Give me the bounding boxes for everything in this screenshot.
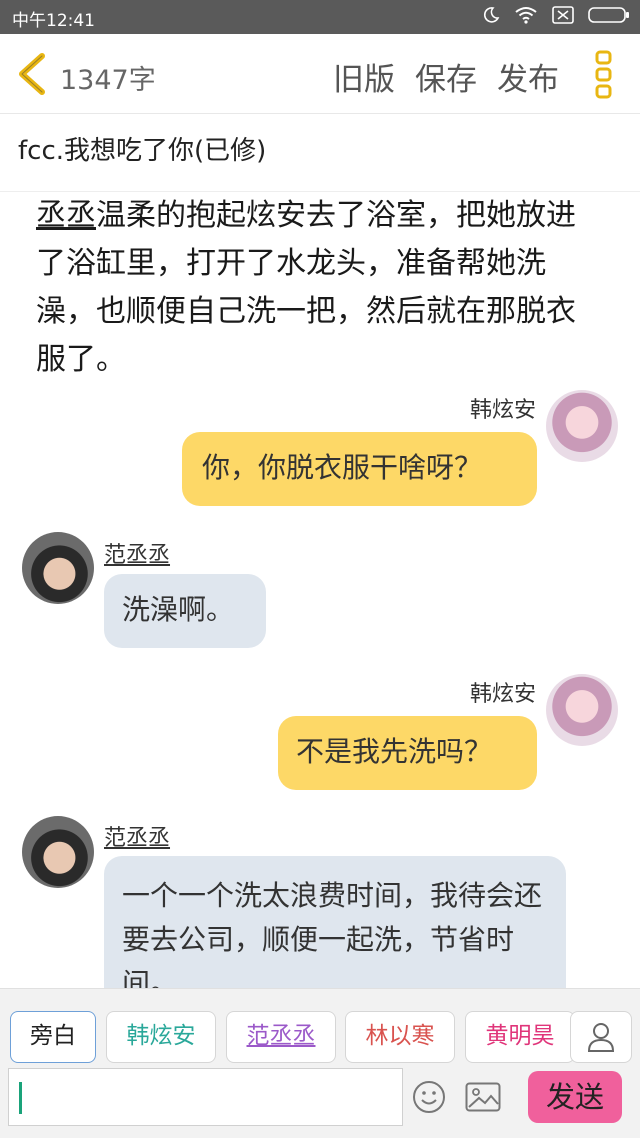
narration-highlight: 丞丞 (36, 198, 96, 233)
avatar-hanxuanan[interactable] (546, 390, 618, 462)
more-icon (592, 50, 616, 104)
message-bubble: 一个一个洗太浪费时间，我待会还要去公司，顺便一起洗，节省时间。 (104, 856, 566, 988)
avatar-fanchengcheng[interactable] (22, 816, 94, 888)
message-bubble: 不是我先洗吗？ (278, 716, 537, 790)
role-tab-narrator[interactable]: 旁白 (10, 1011, 96, 1063)
speaker-name: 韩炫安 (469, 682, 536, 707)
old-version-button[interactable]: 旧版 (333, 54, 395, 99)
conversation-area[interactable]: 丞丞温柔的抱起炫安去了浴室，把她放进了浴缸里，打开了水龙头，准备帮她洗澡，也顺便… (0, 192, 640, 988)
message-input[interactable] (8, 1068, 403, 1126)
send-button[interactable]: 发送 (528, 1071, 622, 1123)
role-label: 旁白 (30, 1023, 76, 1049)
role-label: 林以寒 (365, 1023, 435, 1049)
role-tab-linyihan[interactable]: 林以寒 (345, 1011, 455, 1063)
more-button[interactable] (592, 50, 616, 100)
sim-icon (552, 6, 574, 28)
speaker-name: 范丞丞 (104, 826, 171, 851)
publish-button[interactable]: 发布 (497, 54, 559, 99)
status-icons (482, 6, 630, 28)
emoji-icon (412, 1081, 446, 1118)
speaker-name: 韩炫安 (469, 398, 536, 423)
avatar-hanxuanan[interactable] (546, 674, 618, 746)
editor-toolbar: 1347字 旧版 保存 发布 (0, 34, 640, 114)
image-icon (465, 1082, 501, 1116)
role-label: 韩炫安 (126, 1023, 196, 1049)
narration-text: 丞丞温柔的抱起炫安去了浴室，把她放进了浴缸里，打开了水龙头，准备帮她洗澡，也顺便… (36, 192, 596, 384)
status-time: 中午12:41 (12, 11, 95, 31)
back-chevron-icon (14, 53, 50, 100)
image-button[interactable] (465, 1082, 501, 1112)
wifi-icon (514, 6, 538, 28)
role-label: 范丞丞 (246, 1023, 316, 1049)
back-button[interactable] (14, 52, 50, 96)
moon-icon (482, 6, 500, 28)
story-title: fcc.我想吃了你(已修) (18, 136, 267, 166)
role-tab-fanchengcheng[interactable]: 范丞丞 (226, 1011, 336, 1063)
text-caret (19, 1082, 22, 1114)
speaker-name: 范丞丞 (104, 543, 171, 568)
role-tab-hanxuanan[interactable]: 韩炫安 (106, 1011, 216, 1063)
save-button[interactable]: 保存 (415, 54, 477, 99)
battery-icon (588, 6, 630, 28)
story-title-bar[interactable]: fcc.我想吃了你(已修) (0, 114, 640, 192)
composer-panel: 旁白 韩炫安 范丞丞 林以寒 黄明昊 发送 (0, 988, 640, 1138)
message-bubble: 你，你脱衣服干啥呀？ (182, 432, 537, 506)
narration-body: 温柔的抱起炫安去了浴室，把她放进了浴缸里，打开了水龙头，准备帮她洗澡，也顺便自己… (36, 198, 576, 377)
emoji-button[interactable] (412, 1080, 446, 1114)
word-count: 1347字 (60, 65, 156, 96)
role-tab-huangminghao[interactable]: 黄明昊 (465, 1011, 575, 1063)
user-icon (571, 1023, 631, 1066)
avatar-fanchengcheng[interactable] (22, 532, 94, 604)
add-role-button[interactable] (570, 1011, 632, 1063)
role-label: 黄明昊 (485, 1023, 555, 1049)
message-bubble: 洗澡啊。 (104, 574, 266, 648)
status-bar: 中午12:41 (0, 0, 640, 34)
